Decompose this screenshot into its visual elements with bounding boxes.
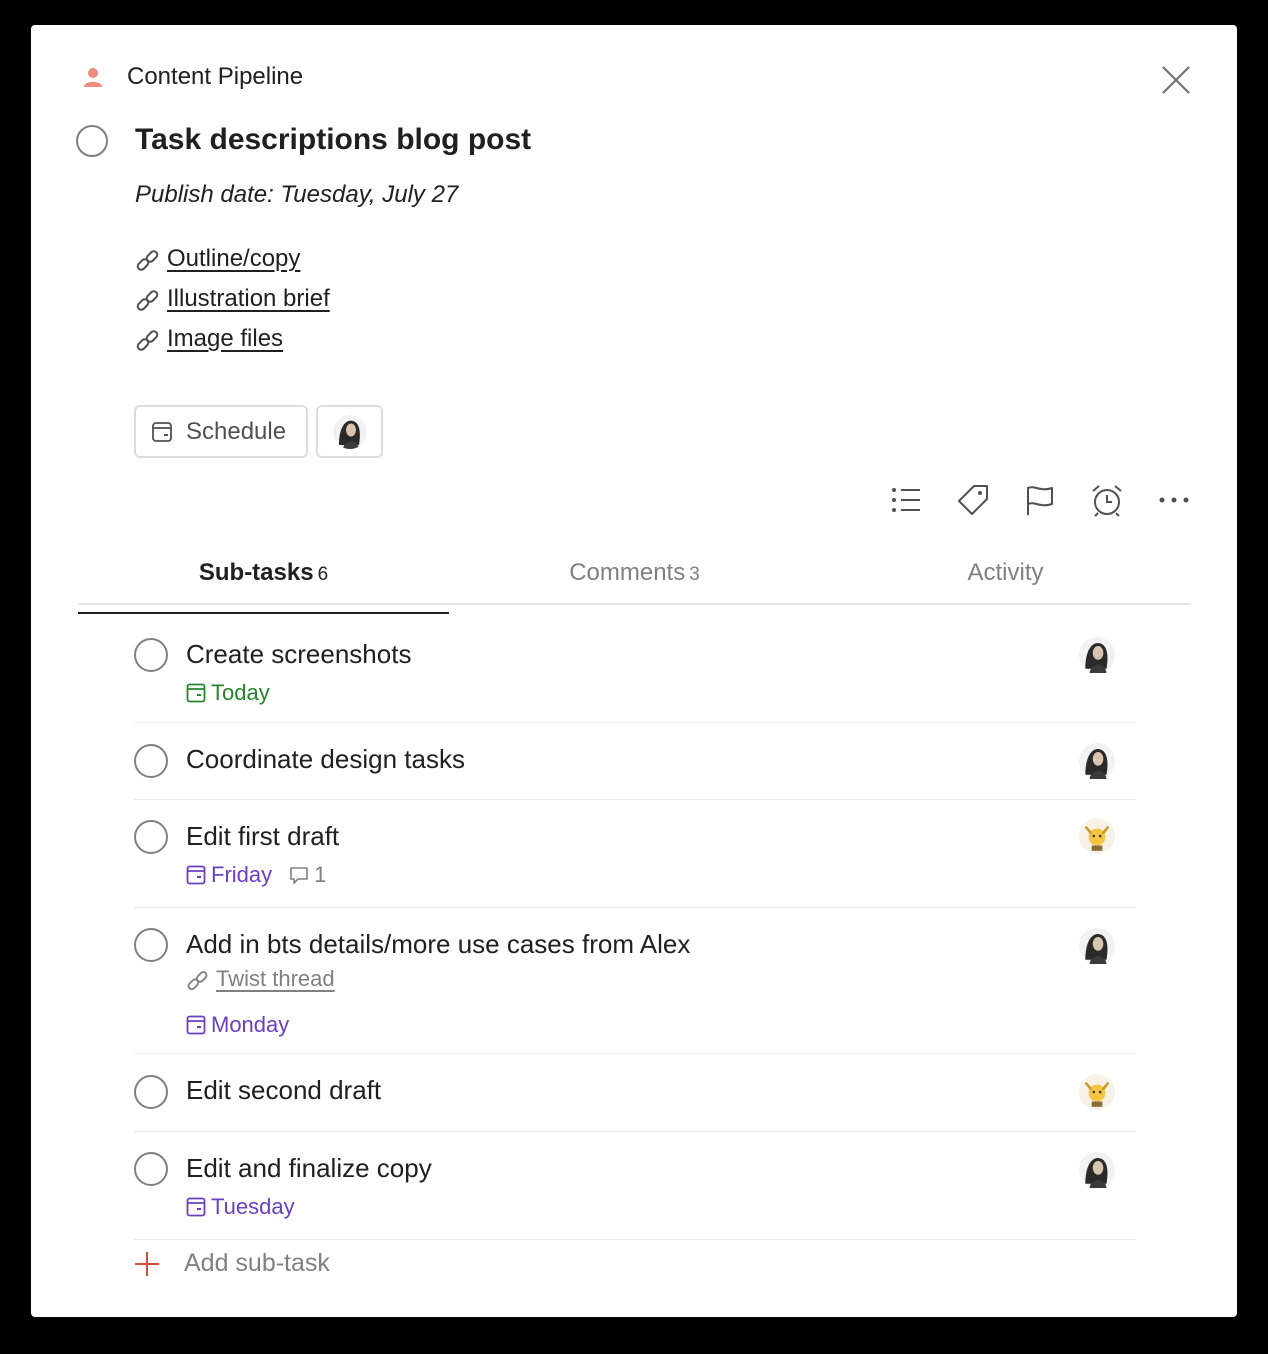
- alarm-icon: [1092, 485, 1122, 517]
- label-icon: [958, 485, 988, 515]
- tab-activity[interactable]: Activity: [820, 553, 1191, 603]
- subtask-due-date[interactable]: Tuesday: [186, 1194, 295, 1220]
- subtask-title[interactable]: Create screenshots: [186, 639, 411, 670]
- add-subtask-button[interactable]: Add sub-task: [134, 1249, 330, 1278]
- more-button[interactable]: [1154, 480, 1194, 520]
- calendar-icon: [186, 683, 206, 703]
- subtask-checkbox[interactable]: [134, 638, 168, 672]
- subtask-list: Create screenshots Today Coordinate desi…: [134, 625, 1136, 1240]
- due-label[interactable]: Friday: [211, 862, 272, 888]
- subtask-title[interactable]: Coordinate design tasks: [186, 744, 465, 775]
- description-link-row: Illustration brief: [135, 279, 330, 319]
- tab-label: Activity: [967, 559, 1044, 586]
- calendar-icon: [186, 1197, 206, 1217]
- schedule-button[interactable]: Schedule: [134, 405, 308, 458]
- flag-icon: [1027, 486, 1053, 515]
- subtask-title[interactable]: Edit and finalize copy: [186, 1153, 432, 1184]
- project-breadcrumb[interactable]: Content Pipeline: [81, 63, 303, 91]
- tab-label: Comments: [569, 559, 686, 586]
- comment-count[interactable]: 1: [288, 862, 326, 888]
- tab-sub-tasks[interactable]: Sub-tasks 6: [78, 553, 449, 614]
- subtask-checkbox[interactable]: [134, 1075, 168, 1109]
- subtask-item[interactable]: Create screenshots Today: [134, 625, 1136, 723]
- subtask-checkbox[interactable]: [134, 744, 168, 778]
- subtask-title[interactable]: Edit first draft: [186, 821, 339, 852]
- woman-avatar[interactable]: [1079, 743, 1115, 779]
- subtask-item[interactable]: Edit first draft Friday 1: [134, 800, 1136, 908]
- emoji-avatar[interactable]: [1079, 818, 1115, 854]
- subtask-title[interactable]: Edit second draft: [186, 1075, 381, 1106]
- subtask-item[interactable]: Add in bts details/more use cases from A…: [134, 908, 1136, 1054]
- outline-copy-link[interactable]: Outline/copy: [167, 245, 300, 273]
- calendar-icon: [186, 1015, 206, 1035]
- emoji-avatar[interactable]: [1079, 1074, 1115, 1110]
- person-icon: [84, 68, 102, 87]
- task-toolbar: [886, 480, 1194, 520]
- description-links: Outline/copy Illustration brief Image fi…: [135, 239, 330, 359]
- task-description[interactable]: Publish date: Tuesday, July 27: [135, 181, 458, 209]
- reminder-button[interactable]: [1087, 480, 1127, 520]
- subtask-checkbox[interactable]: [134, 1152, 168, 1186]
- link-icon: [136, 250, 159, 271]
- more-icon: [1159, 497, 1189, 503]
- subtask-item[interactable]: Edit and finalize copy Tuesday: [134, 1132, 1136, 1240]
- close-icon[interactable]: [1159, 63, 1193, 97]
- subtask-title[interactable]: Add in bts details/more use cases from A…: [186, 929, 690, 960]
- plus-icon: [135, 1251, 159, 1276]
- description-link-row: Outline/copy: [135, 239, 330, 279]
- schedule-label: Schedule: [186, 417, 287, 445]
- subtask-due-date[interactable]: Monday: [186, 1012, 289, 1038]
- image-files-link[interactable]: Image files: [167, 325, 283, 353]
- due-label: Tuesday: [211, 1194, 295, 1219]
- calendar-icon: [152, 421, 172, 442]
- illustration-brief-link[interactable]: Illustration brief: [167, 285, 330, 313]
- assignee-button[interactable]: [316, 405, 383, 458]
- woman-avatar[interactable]: [1079, 637, 1115, 673]
- task-detail-modal: Content Pipeline Task descriptions blog …: [31, 25, 1237, 1317]
- subtask-item[interactable]: Coordinate design tasks: [134, 723, 1136, 800]
- subtask-checkbox[interactable]: [134, 928, 168, 962]
- link-icon: [136, 330, 159, 351]
- woman-avatar: [332, 414, 367, 449]
- tab-count: 3: [689, 564, 700, 585]
- subtasks-list-icon: [892, 488, 920, 512]
- add-subtask-label: Add sub-task: [184, 1249, 330, 1277]
- due-label: Monday: [211, 1012, 290, 1037]
- tab-count: 6: [317, 564, 329, 585]
- tab-comments[interactable]: Comments 3: [449, 553, 820, 603]
- description-link-row: Image files: [135, 319, 330, 359]
- calendar-icon: [186, 865, 206, 885]
- subtask-item[interactable]: Edit second draft: [134, 1054, 1136, 1132]
- woman-avatar[interactable]: [1079, 928, 1115, 964]
- project-name: Content Pipeline: [127, 63, 304, 90]
- comment-count-value: 1: [314, 862, 327, 887]
- task-title[interactable]: Task descriptions blog post: [135, 123, 531, 157]
- subtasks-list-button[interactable]: [886, 480, 926, 520]
- link-icon: [187, 971, 208, 991]
- comment-icon: [290, 867, 308, 884]
- priority-button[interactable]: [1020, 480, 1060, 520]
- subtask-due-date[interactable]: Today: [186, 680, 270, 706]
- tab-label: Sub-tasks: [198, 559, 314, 586]
- task-complete-checkbox[interactable]: [76, 125, 108, 157]
- subtask-link: Twist thread: [186, 964, 335, 994]
- tab-bar: Sub-tasks 6 Comments 3 Activity: [78, 553, 1191, 614]
- due-label: Today: [211, 680, 270, 705]
- twist-thread-link[interactable]: Twist thread: [216, 966, 335, 992]
- woman-avatar[interactable]: [1079, 1152, 1115, 1188]
- subtask-checkbox[interactable]: [134, 820, 168, 854]
- label-button[interactable]: [953, 480, 993, 520]
- link-icon: [136, 290, 159, 311]
- subtask-meta: Friday 1: [186, 862, 326, 888]
